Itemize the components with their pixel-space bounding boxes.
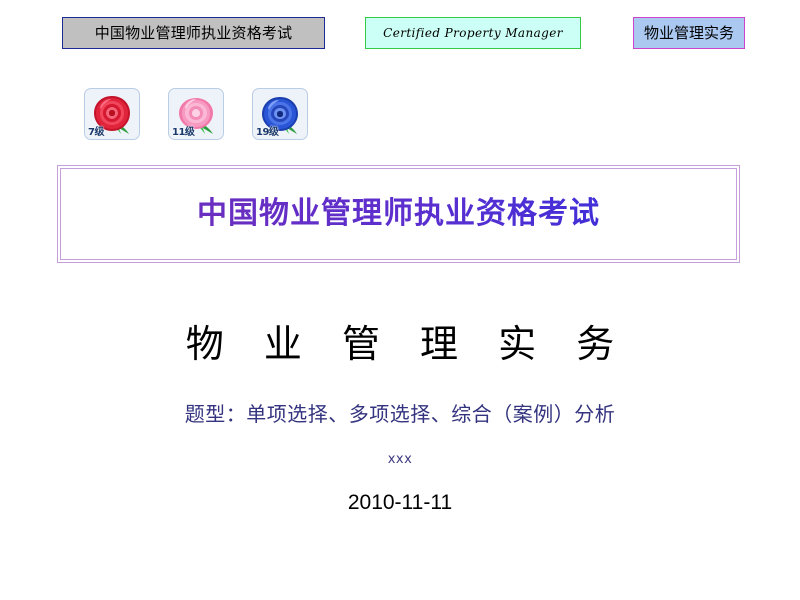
banner-subject[interactable]: 物业管理实务 (633, 17, 745, 49)
page-title: 物 业 管 理 实 务 (185, 322, 629, 366)
banner-certified-property-manager[interactable]: Certified Property Manager (365, 17, 581, 49)
slide-date: 2010-11-11 (347, 491, 453, 514)
rank-badge-7[interactable]: 7级 (84, 88, 140, 140)
banner-cpm-label: Certified Property Manager (383, 26, 563, 40)
rank-badge-11[interactable]: 11级 (168, 88, 224, 140)
header-banner-row: 中国物业管理师执业资格考试 Certified Property Manager… (0, 17, 800, 51)
banner-subject-label: 物业管理实务 (643, 23, 734, 42)
banner-cn-exam-label: 中国物业管理师执业资格考试 (94, 23, 293, 42)
rank-badge-level-label: 7级 (88, 127, 104, 138)
exam-heading: 中国物业管理师执业资格考试 (58, 196, 739, 232)
title-frame-box: 中国物业管理师执业资格考试 (57, 165, 740, 263)
rank-badge-19[interactable]: 19级 (252, 88, 308, 140)
slide-canvas: 中国物业管理师执业资格考试 Certified Property Manager… (0, 0, 800, 600)
rank-badge-group: 7级 11级 19级 (84, 88, 308, 140)
author-line: xxx (387, 452, 413, 467)
banner-cn-exam[interactable]: 中国物业管理师执业资格考试 (62, 17, 325, 49)
question-types-line: 题型：单项选择、多项选择、综合（案例）分析 (184, 402, 616, 426)
rank-badge-level-label: 11级 (172, 127, 195, 138)
rank-badge-level-label: 19级 (256, 127, 279, 138)
